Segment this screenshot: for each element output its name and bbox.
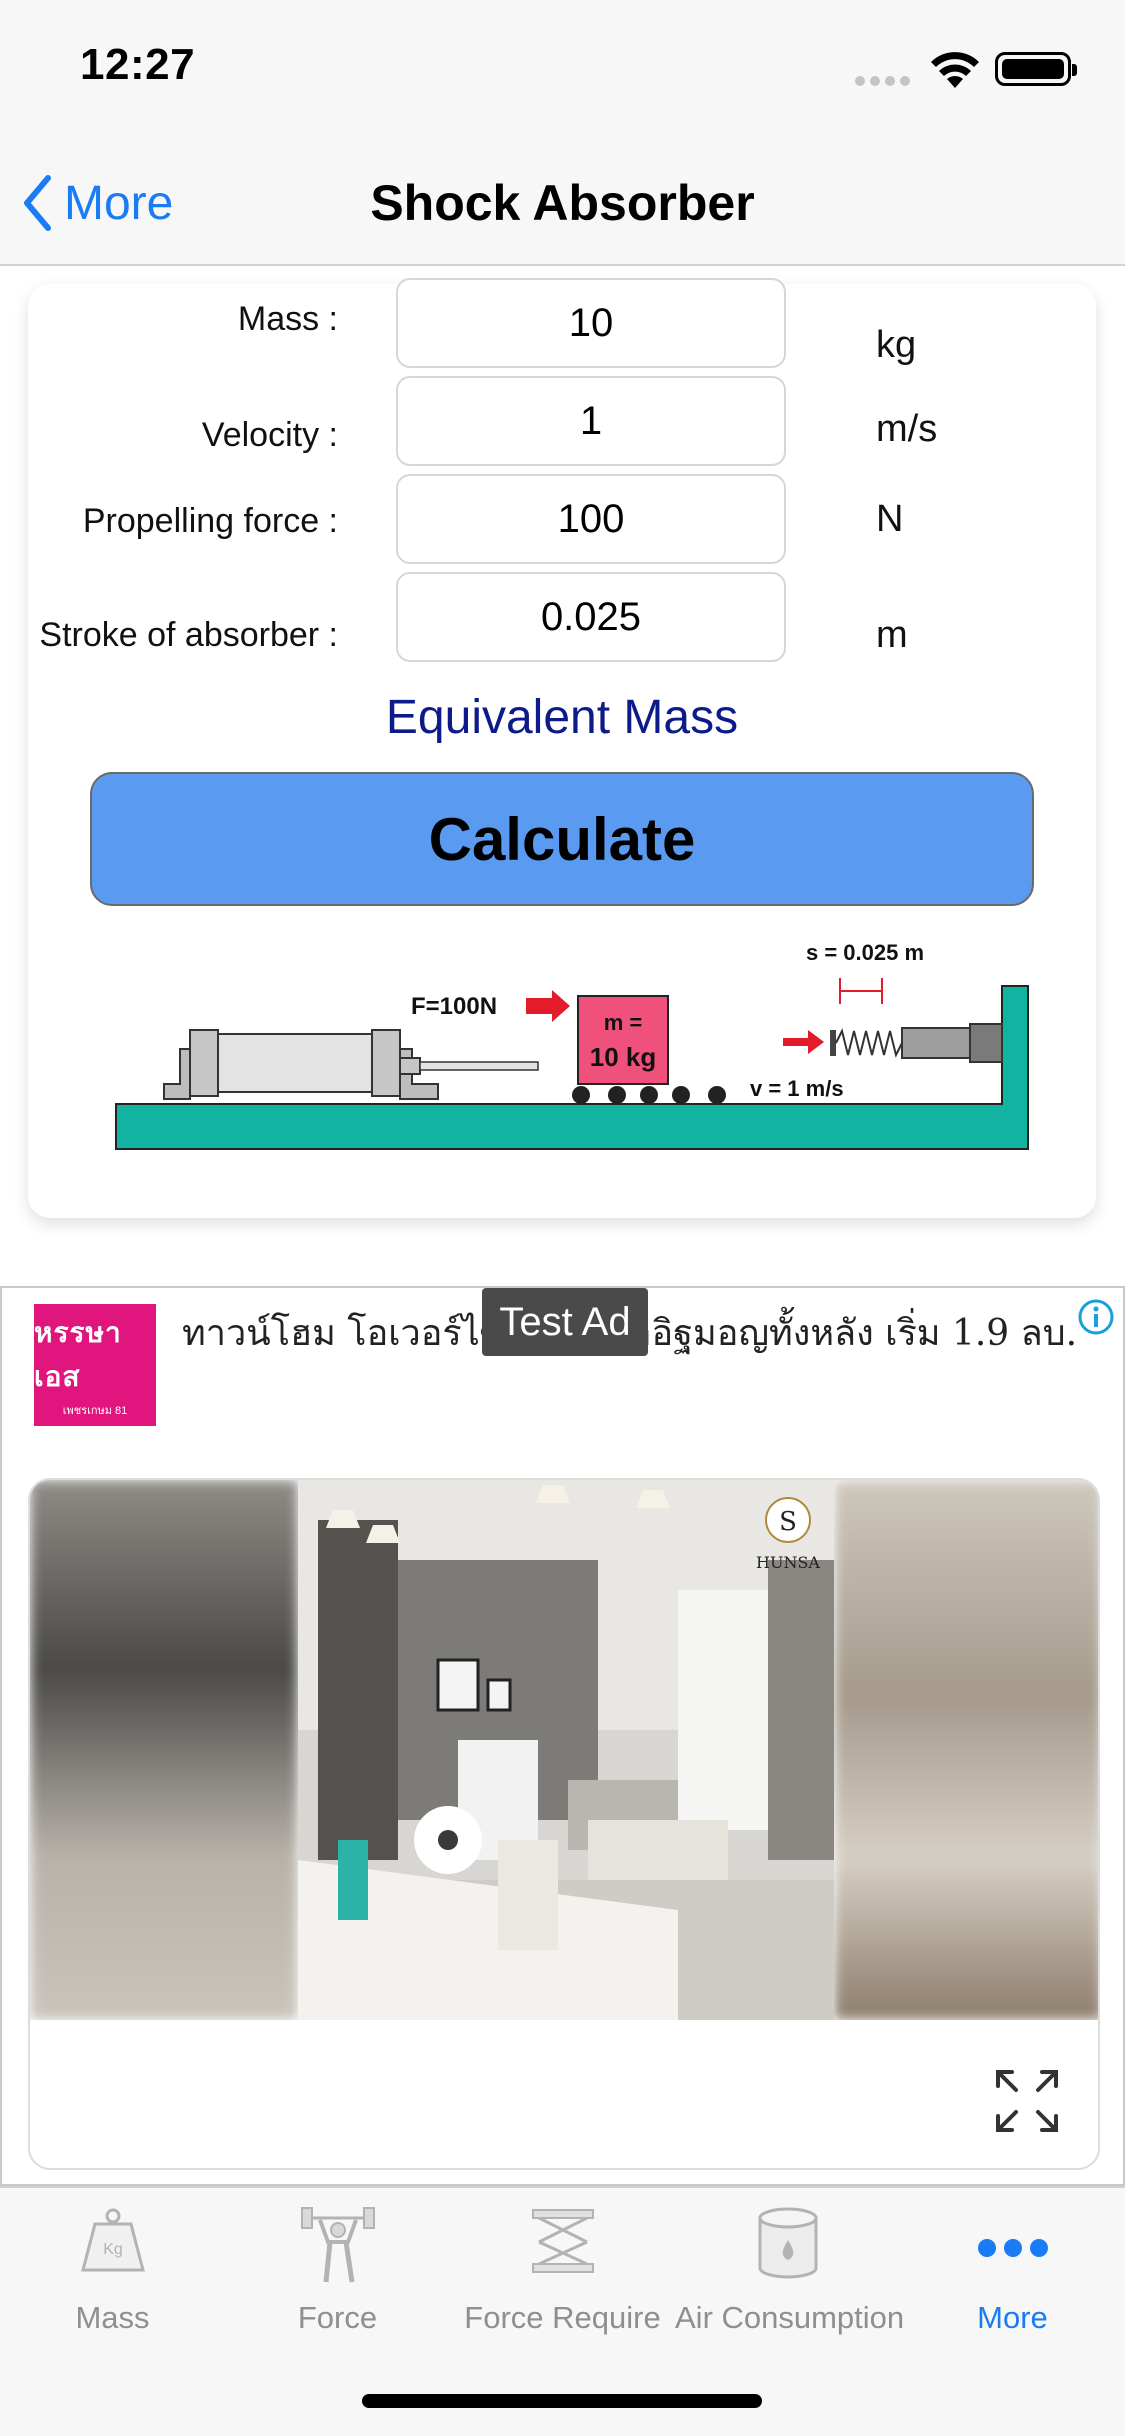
scissor-lift-icon [531, 2209, 594, 2273]
home-indicator[interactable] [362, 2394, 762, 2408]
stroke-bracket [839, 978, 883, 1004]
ad-logo-subtitle: เพชรเกษม 81 [62, 1405, 128, 1417]
tab-force-label: Force [297, 2300, 378, 2335]
more-dots-icon [977, 2239, 1048, 2257]
mass-input[interactable]: 10 [396, 278, 786, 368]
force-arrow [526, 990, 570, 1022]
stroke-label: Stroke of absorber : [39, 616, 338, 654]
mass-label: Mass : [237, 300, 338, 338]
ad-media[interactable]: S HUNSA [28, 1478, 1100, 2170]
svg-text:Kg: Kg [103, 2241, 123, 2258]
tab-more-label: More [977, 2300, 1048, 2335]
shock-absorber [830, 1023, 1003, 1063]
air-cylinder [163, 1029, 539, 1100]
stroke-label-diagram: s = 0.025 m [806, 940, 924, 965]
ad-image-brand: HUNSA [756, 1553, 820, 1572]
tab-force-require[interactable]: Force Require [450, 2204, 675, 2335]
ad-image[interactable]: S HUNSA [30, 1480, 1098, 2020]
stroke-input[interactable]: 0.025 [396, 572, 786, 662]
tab-more[interactable]: More [900, 2204, 1125, 2335]
mass-unit: kg [876, 324, 917, 366]
wifi-icon [931, 52, 979, 88]
svg-text:S: S [779, 1507, 797, 1537]
calculator-card: Mass : 10 kg Velocity : 1 m/s Propelling… [28, 278, 1096, 1218]
propelling-force-label: Propelling force : [82, 502, 338, 540]
stroke-unit: m [876, 614, 908, 656]
page-title: Shock Absorber [370, 175, 755, 231]
velocity-unit: m/s [876, 408, 938, 450]
equivalent-mass-result: Equivalent Mass [385, 691, 739, 744]
propelling-force-input[interactable]: 100 [396, 474, 786, 564]
mass-label-1: m = [604, 1010, 643, 1035]
tab-force[interactable]: Force [225, 2204, 450, 2335]
ad-logo-title: หรรษาเอส [34, 1317, 122, 1392]
test-ad-badge: Test Ad [482, 1288, 648, 1356]
tab-air-consumption-label: Air Consumption [675, 2300, 905, 2335]
tab-mass[interactable]: Kg Mass [0, 2204, 225, 2335]
mass-label-2: 10 kg [590, 1042, 657, 1072]
tab-force-require-label: Force Require [464, 2300, 661, 2335]
status-time: 12:27 [80, 40, 196, 89]
living-room-photo: S HUNSA [298, 1480, 834, 2020]
ad-image-blur-left [30, 1480, 298, 2020]
air-tank-icon [758, 2207, 817, 2279]
ad-image-blur-right [834, 1480, 1098, 2020]
ad-logo[interactable]: หรรษาเอส เพชรเกษม 81 [34, 1304, 156, 1426]
ad-banner[interactable]: หรรษาเอส เพชรเกษม 81 ทาวน์โฮม โอเวอร์ไซ … [0, 1286, 1125, 2186]
velocity-input[interactable]: 1 [396, 376, 786, 466]
rollers [572, 1086, 726, 1104]
shock-absorber-diagram: F=100N m = 10 kg v = 1 m/s s = 0.025 m [115, 940, 1029, 1150]
navigation-bar: More Shock Absorber [0, 140, 1125, 266]
cellular-signal-icon [855, 76, 911, 86]
approach-arrow [783, 1030, 824, 1054]
battery-icon [995, 52, 1077, 86]
status-bar: 12:27 [0, 0, 1125, 140]
tab-mass-label: Mass [75, 2300, 150, 2335]
tab-air-consumption[interactable]: Air Consumption [675, 2204, 905, 2335]
status-icons [855, 50, 1085, 90]
expand-icon[interactable] [994, 2068, 1060, 2134]
force-label: F=100N [411, 993, 497, 1020]
calculate-button[interactable]: Calculate [90, 772, 1034, 906]
propelling-force-unit: N [876, 498, 904, 540]
screen: 12:27 More Shock Absorber Mass : 10 kg V… [0, 0, 1125, 2436]
weight-icon: Kg [80, 2208, 145, 2272]
ad-info-icon[interactable] [1077, 1298, 1115, 1336]
weightlifter-icon [300, 2207, 375, 2283]
velocity-label: Velocity : [201, 416, 338, 454]
velocity-label-diagram: v = 1 m/s [750, 1076, 844, 1101]
